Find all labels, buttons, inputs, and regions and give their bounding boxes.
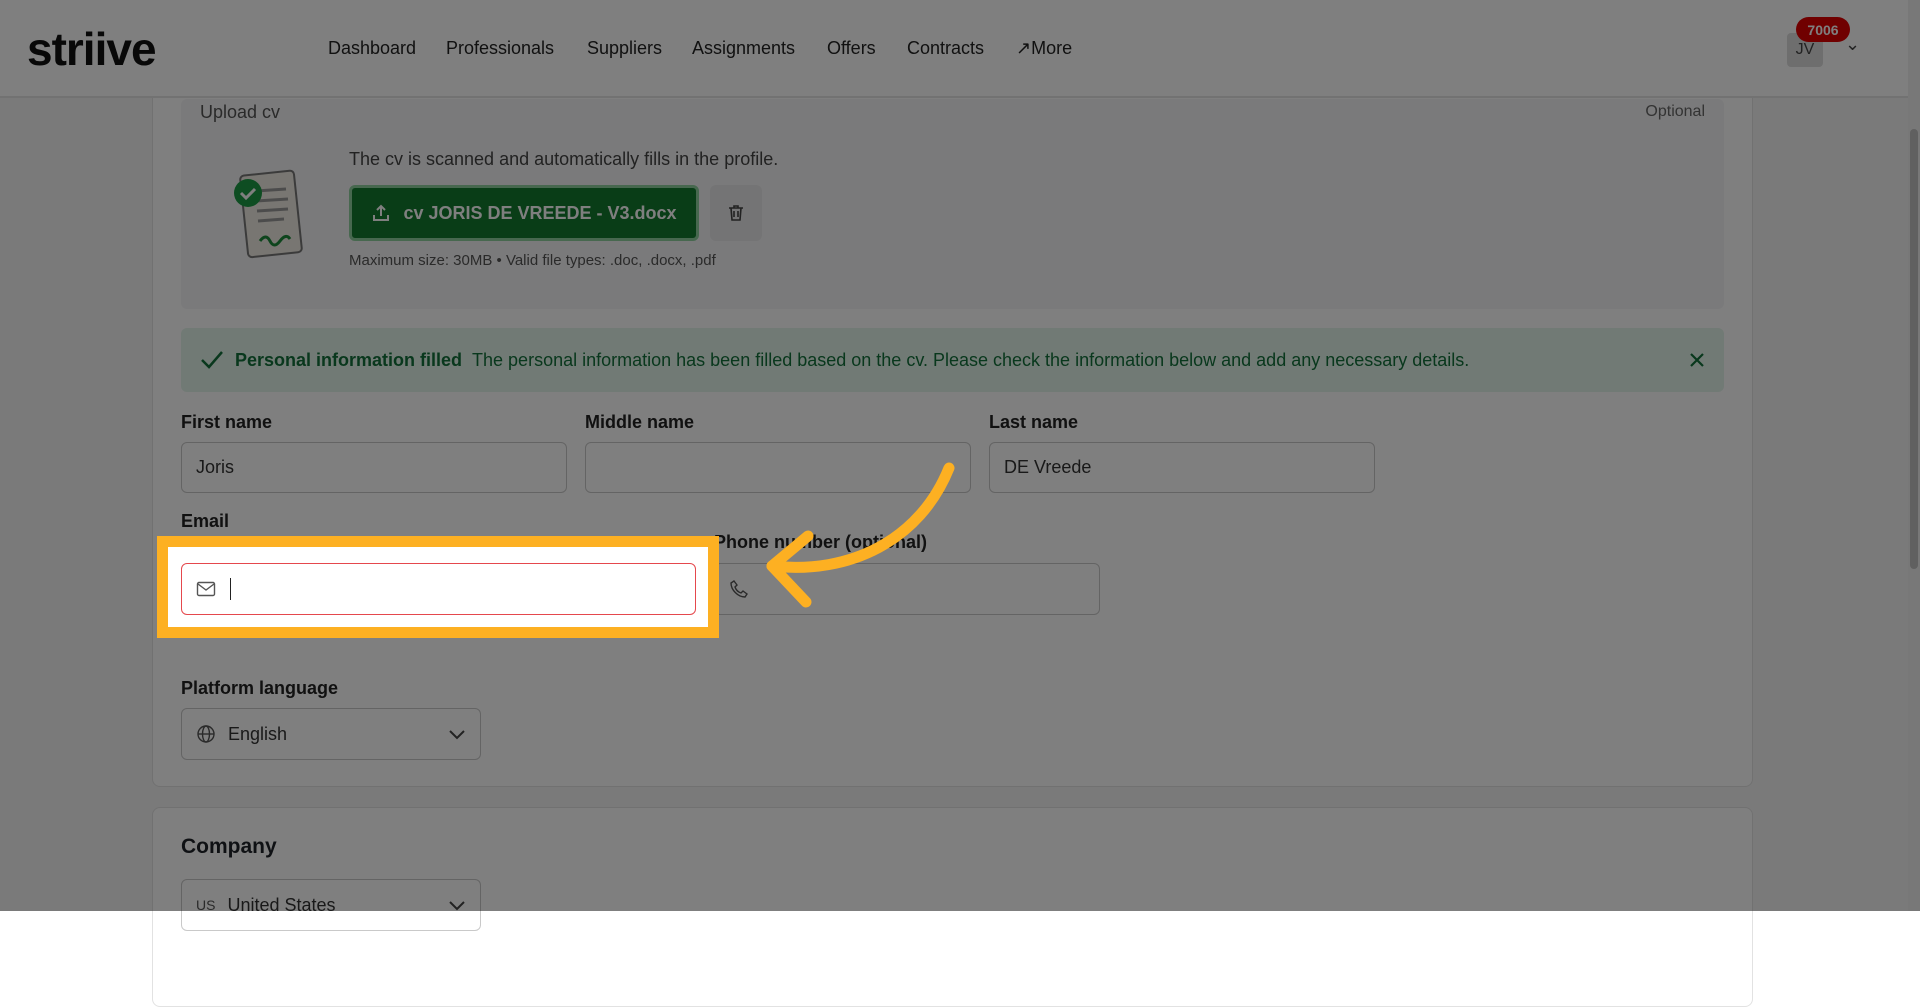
email-input[interactable] xyxy=(181,563,696,615)
mail-icon xyxy=(196,581,216,597)
text-cursor xyxy=(230,578,231,600)
email-error: This field is required xyxy=(181,627,297,638)
highlight-box: This field is required xyxy=(157,536,719,638)
dim-overlay xyxy=(0,0,1920,911)
